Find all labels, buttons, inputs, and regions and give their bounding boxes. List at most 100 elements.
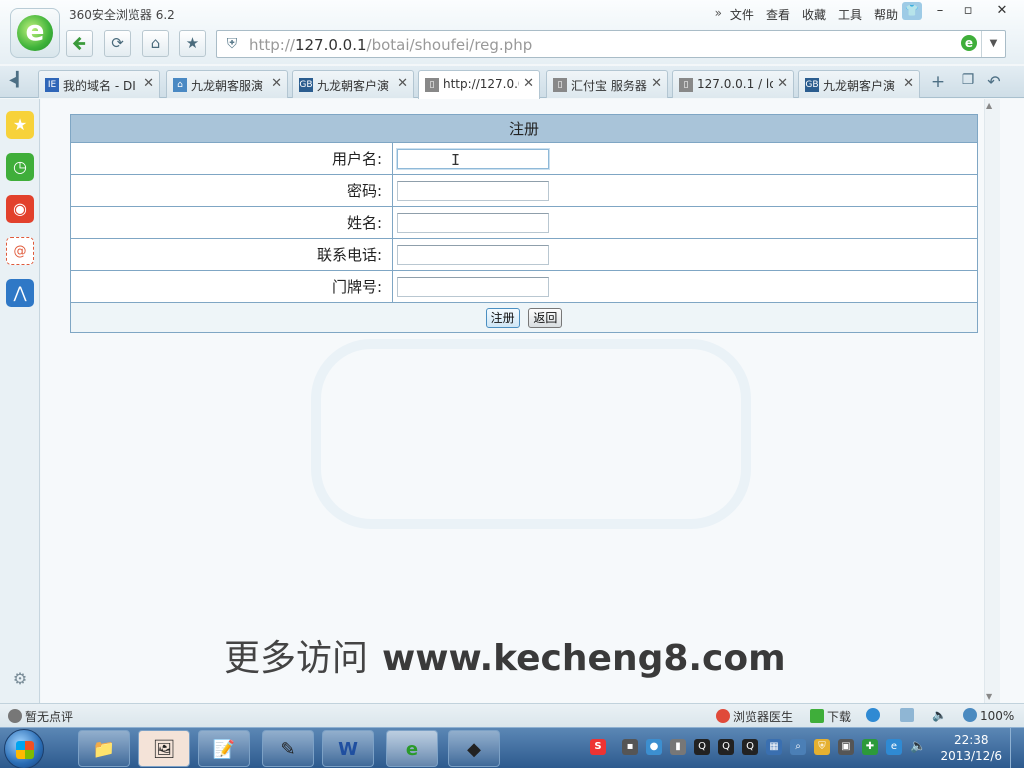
download-status[interactable]: 下载 [810,708,851,725]
start-button[interactable] [4,729,44,768]
refresh-icon[interactable]: ⟳ [104,30,131,57]
taskbar-photo-icon[interactable]: 🖼 [138,730,190,767]
email-icon[interactable]: @ [6,237,34,265]
taskbar-360-browser-icon[interactable]: e [386,730,438,767]
taskbar-notepad-icon[interactable]: 📝 [198,730,250,767]
taskbar-editor-icon[interactable]: ✎ [262,730,314,767]
vertical-scrollbar[interactable]: ▲ ▼ [984,99,1024,703]
tab-favicon-icon: IE [45,78,59,92]
browser-tab[interactable]: ▯ http://127.0.0 ✕ [418,70,540,99]
tray-cloud-icon[interactable]: ● [646,739,662,755]
settings-gear-icon[interactable]: ⚙ [10,669,30,689]
menu-view[interactable]: 查看 [760,4,796,25]
tray-volume-icon[interactable]: 🔈 [910,739,926,755]
skin-shirt-icon[interactable]: 👕 [902,2,922,20]
tab-close-icon[interactable]: ✕ [143,76,154,91]
tab-close-icon[interactable]: ✕ [271,76,282,91]
address-url[interactable]: http://127.0.0.1/botai/shoufei/reg.php [249,36,532,54]
tray-search-icon[interactable]: ⌕ [790,739,806,755]
undo-close-icon[interactable]: ↶ [984,72,1004,92]
sidebar-toggle-icon[interactable]: ◂▎ [6,72,30,92]
tab-close-icon[interactable]: ✕ [523,76,534,91]
windows-logo-icon [16,741,34,759]
tab-label: 九龙朝客户演 [823,79,896,93]
browser-tab[interactable]: ⌂ 九龙朝客服演 ✕ [166,70,288,98]
scroll-down-icon[interactable]: ▼ [986,692,992,701]
browser-tab[interactable]: GB 九龙朝客户演 ✕ [292,70,414,98]
tray-qq-icon[interactable]: Q [694,739,710,755]
favorites-star-icon[interactable]: ★ [6,111,34,139]
app-store-icon[interactable]: ⋀ [6,279,34,307]
restore-button[interactable]: ▫ [956,2,980,20]
house-number-input[interactable] [397,276,549,297]
new-tab-icon[interactable]: + [928,72,948,92]
tray-green-icon[interactable]: ✚ [862,739,878,755]
tray-grid-icon[interactable]: ▦ [766,739,782,755]
rating-status[interactable]: 暂无点评 [8,708,73,725]
browser-tab[interactable]: IE 我的域名 - DI ✕ [38,70,160,98]
url-scheme: http:// [249,36,295,54]
tray-app-icon[interactable]: ▪ [622,739,638,755]
browser-tab[interactable]: GB 九龙朝客户演 ✕ [798,70,920,98]
download-arrow-icon [810,709,824,723]
menu-file[interactable]: 文件 [724,4,760,25]
show-desktop-button[interactable] [1010,728,1024,768]
ie-mode-icon[interactable] [866,708,883,723]
minimize-button[interactable]: – [928,2,952,20]
taskbar-explorer-icon[interactable]: 📁 [78,730,130,767]
watermark-text: 更多访问 www.kecheng8.com [224,629,786,681]
weibo-icon[interactable]: ◉ [6,195,34,223]
taskbar-eraser-icon[interactable]: ◆ [448,730,500,767]
browser-doctor[interactable]: 浏览器医生 [716,708,793,725]
sound-icon[interactable]: 🔈 [932,708,947,722]
window-mode-icon[interactable] [900,708,917,723]
taskbar-word-icon[interactable]: W [322,730,374,767]
username-input[interactable] [397,148,549,169]
tab-close-icon[interactable]: ✕ [397,76,408,91]
back-button[interactable]: 返回 [528,307,563,328]
tray-shield-icon[interactable]: ⛨ [814,739,830,755]
house-number-label: 门牌号: [70,270,393,303]
menu-favorites[interactable]: 收藏 [796,4,832,25]
security-shield-icon[interactable]: ⛨ [223,35,241,53]
tab-label: http://127.0.0 [443,77,519,91]
tab-close-icon[interactable]: ✕ [777,76,788,91]
tab-label: 九龙朝客户演 [317,79,390,93]
favorite-star-icon[interactable]: ★ [179,30,206,57]
close-window-button[interactable]: ✕ [990,2,1014,20]
tray-device-icon[interactable]: ▮ [670,739,686,755]
tray-network-icon[interactable]: ▣ [838,739,854,755]
menu-overflow-icon[interactable]: » [709,4,724,25]
side-bar: ★ ◷ ◉ @ ⋀ ⚙ [0,99,40,703]
menu-help[interactable]: 帮助 [868,4,904,25]
engine-mode-icon[interactable]: e [961,35,977,51]
address-bar[interactable]: ⛨ http://127.0.0.1/botai/shoufei/reg.php… [216,30,1006,58]
tray-qq-icon[interactable]: Q [718,739,734,755]
home-icon[interactable]: ⌂ [142,30,169,57]
text-cursor-icon: I [451,151,461,169]
tab-close-icon[interactable]: ✕ [903,76,914,91]
register-button[interactable]: 注册 [485,307,520,328]
tab-close-icon[interactable]: ✕ [651,76,662,91]
back-arrow-icon[interactable] [66,30,93,57]
history-clock-icon[interactable]: ◷ [6,153,34,181]
tab-label: 127.0.0.1 / lo [697,77,773,91]
menu-tools[interactable]: 工具 [832,4,868,25]
restore-tabs-icon[interactable]: ❐ [958,72,978,92]
url-path: /botai/shoufei/reg.php [366,36,533,54]
tray-qq-icon[interactable]: Q [742,739,758,755]
tray-ime-icon[interactable]: S [590,739,606,755]
zoom-control[interactable]: 100% [963,708,1014,723]
background-watermark-shape [311,339,751,529]
address-dropdown-icon[interactable]: ▼ [981,31,1005,57]
system-clock[interactable]: 22:38 2013/12/6 [940,732,1002,764]
phone-input[interactable] [397,244,549,265]
password-input[interactable] [397,180,549,201]
tray-ie-icon[interactable]: e [886,739,902,755]
tab-favicon-icon: ▯ [679,78,693,92]
360-browser-logo-icon[interactable]: e [10,8,60,58]
name-input[interactable] [397,212,549,233]
browser-tab[interactable]: ▯ 汇付宝 服务器 ✕ [546,70,668,98]
browser-tab[interactable]: ▯ 127.0.0.1 / lo ✕ [672,70,794,98]
scroll-up-icon[interactable]: ▲ [986,101,992,110]
